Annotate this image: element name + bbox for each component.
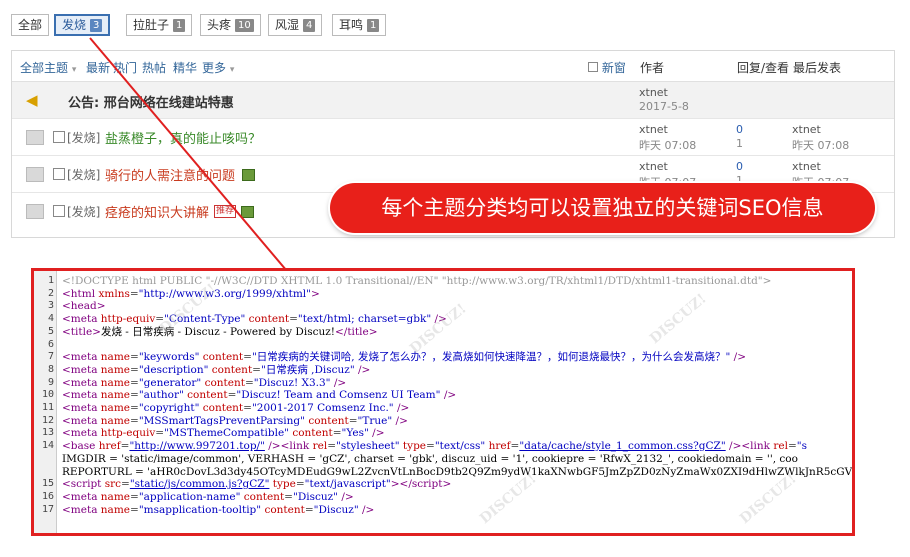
code-line: REPORTURL = 'aHR0cDovL3d3dy45OTcyMDEudG9… xyxy=(62,465,855,478)
line-number: 17 xyxy=(41,503,54,515)
line-number: 12 xyxy=(41,414,54,426)
code-line: <meta name="msapplication-tooltip" conte… xyxy=(62,503,375,516)
code-line: <script src="static/js/common.js?gCZ" ty… xyxy=(62,478,452,491)
code-line: <meta http-equiv="Content-Type" content=… xyxy=(62,313,447,326)
line-number: 1 xyxy=(47,275,54,286)
seo-callout: 每个主题分类均可以设置独立的关键词SEO信息 xyxy=(330,183,875,233)
line-number: 9 xyxy=(47,376,54,388)
line-number: 10 xyxy=(41,389,54,401)
code-line: IMGDIR = 'static/image/common', VERHASH … xyxy=(62,452,798,465)
line-number: 8 xyxy=(47,363,54,375)
code-line: <title>发烧 - 日常疾病 - Discuz - Powered by D… xyxy=(62,325,378,338)
code-line: <base href="http://www.997201.top/" /><l… xyxy=(62,440,807,453)
code-line: <meta name="keywords" content="日常疾病的关键词哈… xyxy=(62,351,746,364)
line-number: 3 xyxy=(47,300,54,312)
watermark-logo: DISCUZ! xyxy=(736,470,800,528)
code-line: <meta name="description" content="日常疾病 ,… xyxy=(62,363,371,376)
line-number: 14 xyxy=(41,440,54,452)
line-number: 7 xyxy=(47,351,54,363)
watermark-logo: DISCUZ! xyxy=(406,300,470,358)
code-line: <meta http-equiv="MSThemeCompatible" con… xyxy=(62,427,385,440)
watermark-logo: DISCUZ! xyxy=(646,290,710,348)
line-number: 16 xyxy=(41,490,54,502)
line-number: 4 xyxy=(47,313,54,325)
code-line: <!DOCTYPE html PUBLIC "-//W3C//DTD XHTML… xyxy=(62,275,772,287)
code-line: <meta name="author" content="Discuz! Tea… xyxy=(62,389,457,402)
code-line: <head> xyxy=(62,300,106,313)
source-code-view: 1 <!DOCTYPE html PUBLIC "-//W3C//DTD XHTM… xyxy=(31,268,855,536)
code-line: <meta name="copyright" content="2001-201… xyxy=(62,402,410,414)
line-number: 11 xyxy=(41,402,54,413)
line-number: 13 xyxy=(41,427,54,439)
code-line: <meta name="application-name" content="D… xyxy=(62,490,354,503)
watermark-logo: DISCUZ! xyxy=(476,470,540,528)
line-number: 5 xyxy=(47,325,54,337)
line-number: 2 xyxy=(47,287,54,299)
line-number: 15 xyxy=(41,478,54,490)
code-line: <meta name="generator" content="Discuz! … xyxy=(62,376,347,389)
code-line: <meta name="MSSmartTagsPreventParsing" c… xyxy=(62,414,408,427)
line-number: 6 xyxy=(47,338,54,350)
